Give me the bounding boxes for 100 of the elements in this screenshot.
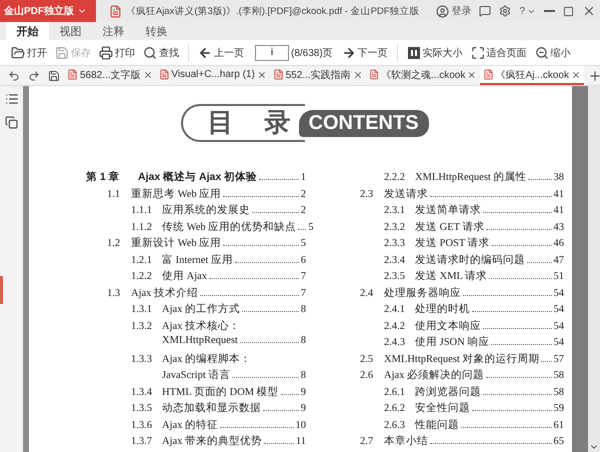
page-number: 54 xyxy=(554,288,564,298)
pdf-file-icon xyxy=(368,69,379,80)
actual-size-button[interactable]: 实际大小 xyxy=(404,42,466,64)
find-button[interactable]: 查找 xyxy=(140,42,182,64)
page-number: 9 xyxy=(300,403,306,414)
section-number: 2.5 xyxy=(360,354,374,364)
page-number: 10 xyxy=(296,420,306,430)
ribbon-tab[interactable]: 注释 xyxy=(92,22,135,40)
page-number: 11 xyxy=(296,436,306,447)
entry-title[interactable]: 处理服务器响应 xyxy=(384,286,461,300)
ribbon-tab[interactable]: 开始 xyxy=(6,22,49,40)
entry-title[interactable]: Ajax 的特征 xyxy=(162,418,218,432)
pdf-file-icon xyxy=(67,69,78,80)
page-number: 41 xyxy=(554,188,564,200)
entry-title[interactable]: 发送 XML 请求 xyxy=(415,269,488,283)
entry-title[interactable]: Ajax 技术核心： xyxy=(162,318,240,332)
page-number: 38 xyxy=(554,172,564,183)
zoom-out-button[interactable]: 缩小 xyxy=(532,42,574,64)
entry-title[interactable]: 重新设计 Web 应用 xyxy=(131,236,222,250)
page-number: 2 xyxy=(300,205,306,216)
page-number: 7 xyxy=(300,271,306,282)
entry-title[interactable]: 使用文本响应 xyxy=(415,318,481,332)
open-button[interactable]: 打开 xyxy=(8,42,50,64)
entry-title[interactable]: 处理的时机 xyxy=(415,302,470,316)
page-number-field[interactable]: i xyxy=(255,44,289,60)
close-icon[interactable] xyxy=(256,70,267,80)
entry-title[interactable]: 发送 POST 请求 xyxy=(415,236,490,250)
login-button[interactable]: 登录 xyxy=(432,0,476,22)
entry-title[interactable]: 跨浏览器问题 xyxy=(415,384,481,398)
print-button[interactable]: 打印 xyxy=(96,42,138,64)
entry-title[interactable]: 使用 Ajax xyxy=(162,269,208,283)
pdf-file-icon xyxy=(158,69,170,80)
pdf-file-icon xyxy=(108,4,122,18)
entry-title[interactable]: 发送请求 xyxy=(384,186,428,200)
ribbon-tab[interactable]: 转换 xyxy=(135,22,178,40)
entry-title[interactable]: XMLHttpRequest 的属性 xyxy=(415,170,526,184)
close-icon[interactable] xyxy=(352,70,363,80)
help-button[interactable]: ? xyxy=(515,0,540,22)
page-number: 65 xyxy=(554,436,564,447)
section-number: 2.3.4 xyxy=(384,254,406,266)
close-icon[interactable] xyxy=(142,70,153,80)
entry-title[interactable]: 传统 Web 应用的优势和缺点 xyxy=(162,220,296,234)
page-number: 8 xyxy=(300,370,306,381)
entry-title[interactable]: Ajax 的编程脚本： xyxy=(162,352,252,366)
section-number: 2.3.3 xyxy=(384,238,406,249)
entry-title[interactable]: XMLHttpRequest xyxy=(162,335,238,346)
entry-title[interactable]: 富 Internet 应用 xyxy=(162,252,233,266)
entry-title[interactable]: JavaScript 语言 xyxy=(162,368,230,382)
app-menu-button[interactable]: 金山PDF独立版 xyxy=(0,0,96,22)
plus-icon xyxy=(588,68,600,82)
page-number: 58 xyxy=(554,370,564,381)
entry-title[interactable]: 发送 GET 请求 xyxy=(415,220,484,234)
entry-title[interactable]: 动态加载和显示数据 xyxy=(162,401,261,415)
document-tab[interactable]: 552...实践指南 xyxy=(270,66,366,85)
entry-title[interactable]: 应用系统的发展史 xyxy=(162,203,250,217)
page-number: 59 xyxy=(554,403,564,414)
page-number: 54 xyxy=(554,337,564,348)
scrollbar[interactable] xyxy=(588,86,600,452)
page-number: 1 xyxy=(300,172,306,183)
section-number: 2.3.2 xyxy=(384,222,406,232)
entry-title[interactable]: 发送请求时的编码问题 xyxy=(415,252,525,266)
entry-title[interactable]: Ajax 概述与 Ajax 初体验 xyxy=(138,170,258,184)
entry-title[interactable]: Ajax 技术介绍 xyxy=(131,286,198,300)
document-tab[interactable]: Visual+C...harp (1) xyxy=(156,66,270,85)
section-number: 1.3.7 xyxy=(131,436,153,447)
entry-title[interactable]: 使用 JSON 响应 xyxy=(415,335,490,349)
thumbnails-icon[interactable] xyxy=(5,116,18,129)
section-number: 第 1 章 xyxy=(86,170,121,184)
close-icon[interactable] xyxy=(570,70,581,80)
pdf-file-icon xyxy=(482,69,494,80)
fit-page-icon xyxy=(470,46,485,60)
ribbon-tab[interactable]: 视图 xyxy=(49,22,92,40)
section-number: 1.1.1 xyxy=(131,205,153,216)
section-number: 2.4.2 xyxy=(384,320,406,332)
close-icon[interactable] xyxy=(467,70,477,80)
page-number: 41 xyxy=(554,205,564,216)
entry-title[interactable]: 性能问题 xyxy=(415,418,459,432)
fit-page-button[interactable]: 适合页面 xyxy=(468,42,530,64)
entry-title[interactable]: XMLHttpRequest 对象的运行周期 xyxy=(384,352,540,366)
page-number: 7 xyxy=(300,288,306,298)
save-icon xyxy=(55,46,69,60)
entry-title[interactable]: HTML 页面的 DOM 模型 xyxy=(162,384,279,398)
document-tab[interactable]: 《软测之魂...ckook xyxy=(366,66,480,85)
entry-title[interactable]: 安全性问题 xyxy=(415,401,470,415)
document-tab[interactable]: 5682...文字版 xyxy=(64,66,156,85)
entry-title[interactable]: Ajax 必须解决的问题 xyxy=(384,368,484,382)
entry-title[interactable]: 发送简单请求 xyxy=(415,203,481,217)
entry-title[interactable]: Ajax 的工作方式 xyxy=(162,302,240,316)
outline-icon[interactable] xyxy=(4,92,18,106)
sidebar-handle[interactable] xyxy=(0,276,3,304)
previous-page-button[interactable]: 上一页 xyxy=(195,42,247,64)
entry-title[interactable]: Ajax 带来的典型优势 xyxy=(162,434,262,448)
contents-badge: CONTENTS xyxy=(298,110,429,136)
document-tab[interactable]: 《疯狂Aj...ckook xyxy=(480,66,584,85)
left-arrow-icon xyxy=(198,46,212,60)
entry-title[interactable]: 重新思考 Web 应用 xyxy=(131,186,222,200)
next-page-button[interactable]: 下一页 xyxy=(338,42,391,64)
section-number: 1.3.5 xyxy=(131,403,153,414)
entry-title[interactable]: 本章小结 xyxy=(384,434,428,448)
section-number: 2.6 xyxy=(360,370,374,381)
